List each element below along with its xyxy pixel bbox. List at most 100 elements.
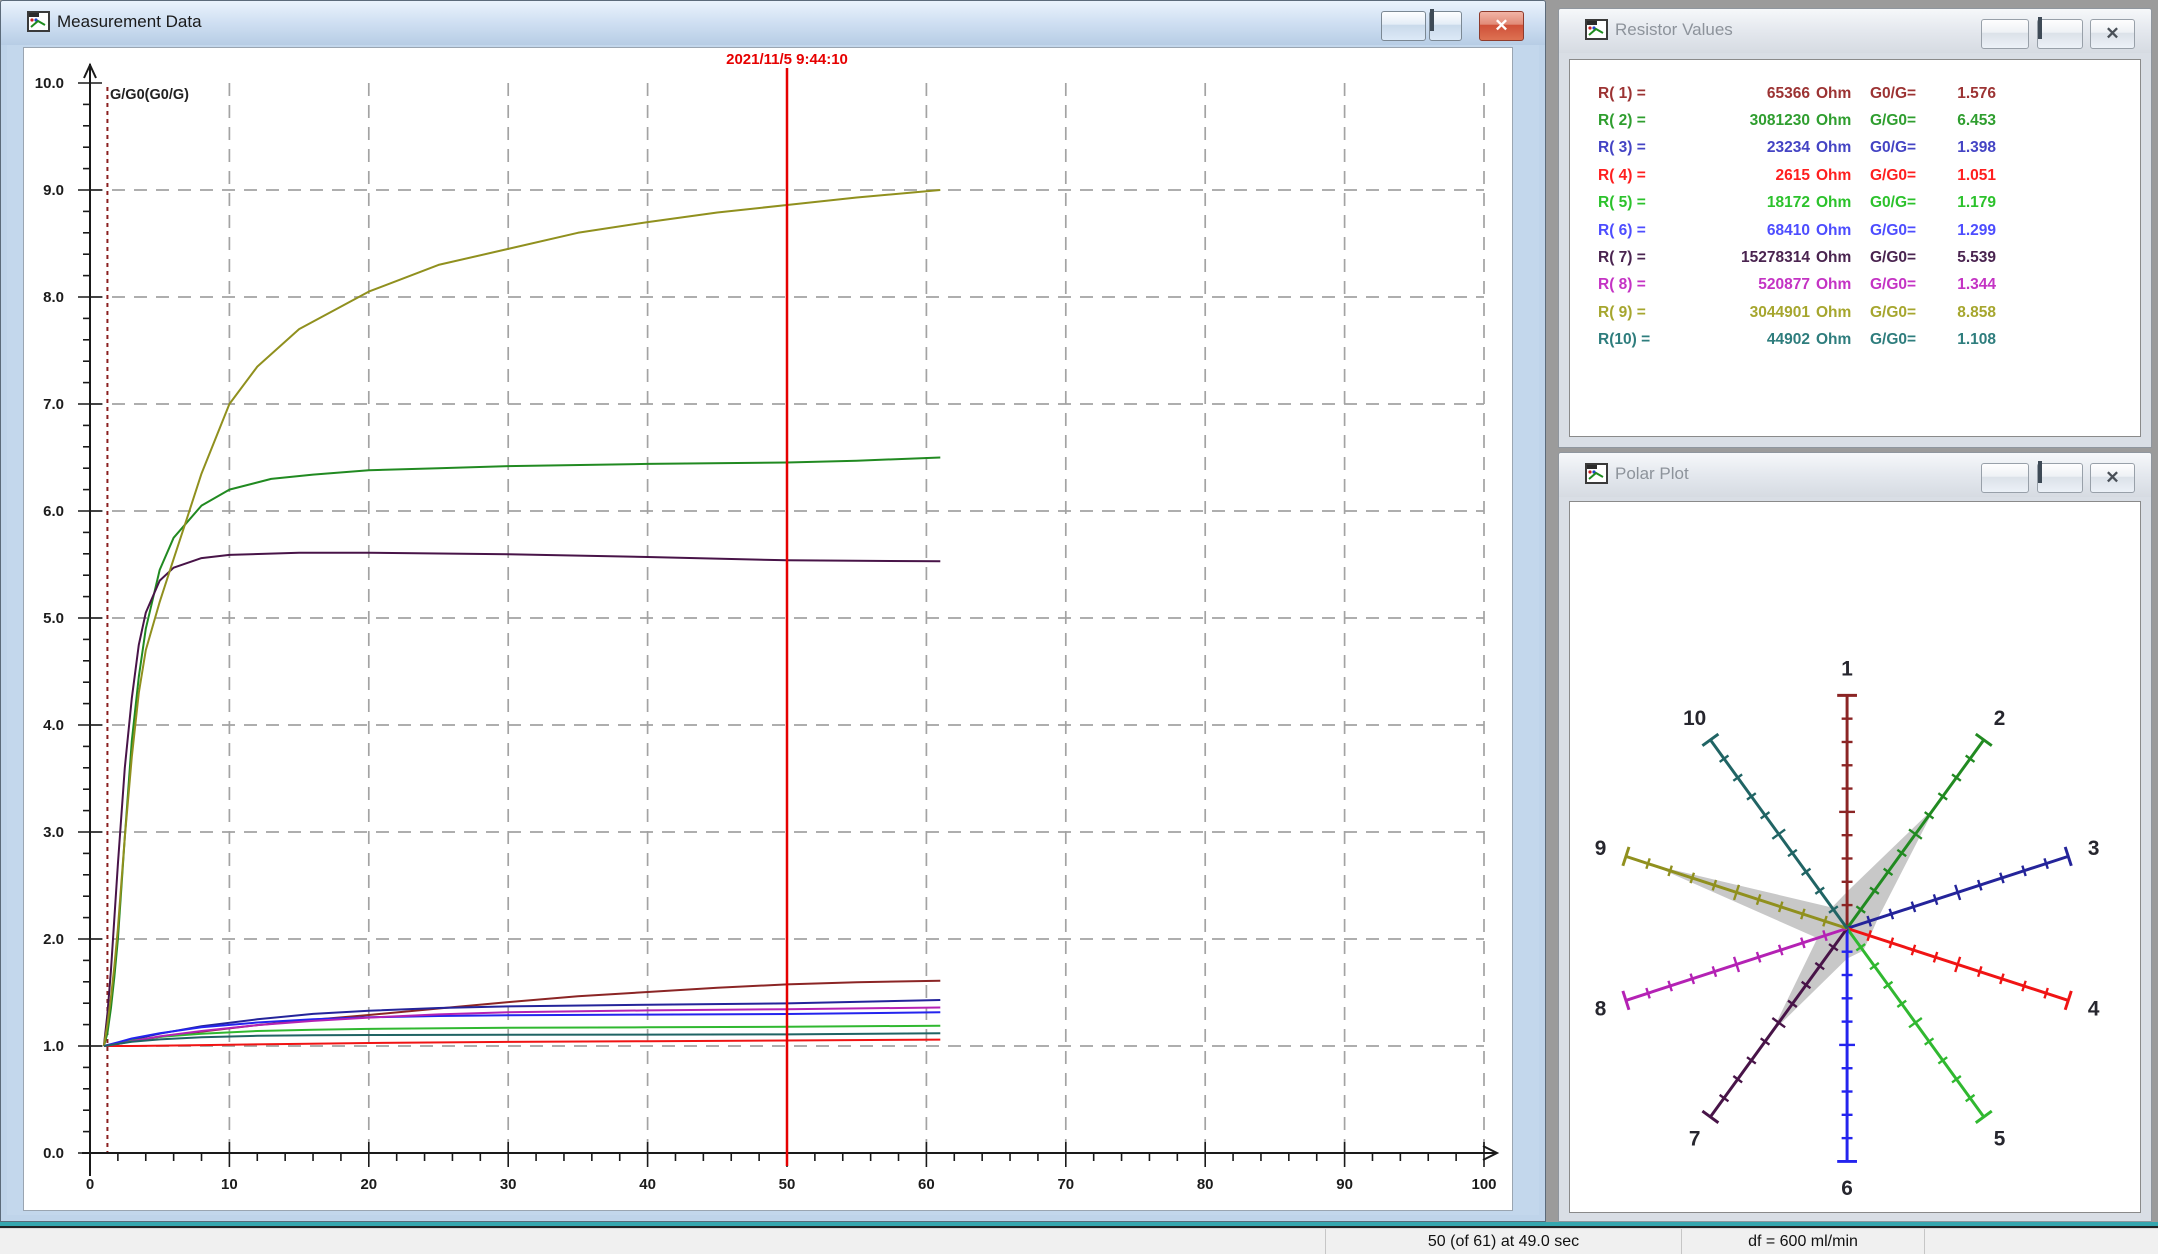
resistor-ohm-value: 15278314: [1682, 249, 1810, 267]
maximize-button[interactable]: [2037, 463, 2083, 493]
resistor-label: R( 3) =: [1598, 139, 1682, 157]
minimize-button[interactable]: [1981, 463, 2029, 493]
titlebar-measurement-data[interactable]: Measurement Data ✕: [1, 1, 1545, 45]
resistor-label: R( 7) =: [1598, 249, 1682, 267]
ratio-label: G0/G=: [1870, 139, 1936, 157]
ratio-value: 1.576: [1936, 85, 1996, 103]
minimize-button[interactable]: [1981, 19, 2029, 49]
close-icon: ✕: [1480, 12, 1523, 40]
maximize-icon: [2038, 461, 2042, 483]
svg-text:60: 60: [918, 1176, 935, 1193]
resistor-ohm-value: 68410: [1682, 222, 1810, 240]
resistor-rows: R( 1) =65366OhmG0/G=1.576R( 2) =3081230O…: [1570, 60, 2140, 354]
resistor-label: R( 5) =: [1598, 194, 1682, 212]
window-resistor-values: Resistor Values ✕ R( 1) =65366OhmG0/G=1.…: [1558, 8, 2152, 448]
resistor-row: R( 7) =15278314OhmG/G0=5.539: [1598, 244, 2140, 271]
app-icon[interactable]: [1585, 463, 1609, 485]
svg-text:8.0: 8.0: [43, 289, 64, 306]
radar-axis-label: 8: [1595, 998, 1607, 1021]
ratio-label: G/G0=: [1870, 304, 1936, 322]
svg-text:90: 90: [1336, 1176, 1353, 1193]
svg-text:2.0: 2.0: [43, 931, 64, 948]
resistor-row: R( 9) =3044901OhmG/G0=8.858: [1598, 299, 2140, 326]
app-workspace: Measurement Data ✕ 010203040506070809010…: [0, 0, 2158, 1254]
svg-text:6.0: 6.0: [43, 503, 64, 520]
status-cell: df = 600 ml/min: [1681, 1229, 1924, 1254]
status-cell: 50 (of 61) at 49.0 sec: [1325, 1229, 1681, 1254]
radar-axis-label: 4: [2088, 998, 2100, 1021]
svg-text:3.0: 3.0: [43, 824, 64, 841]
resistor-ohm-value: 3081230: [1682, 112, 1810, 130]
titlebar-polar-plot[interactable]: Polar Plot ✕: [1559, 453, 2151, 497]
window-title: Measurement Data: [57, 12, 202, 32]
ratio-value: 1.051: [1936, 167, 1996, 185]
resistor-ohm-value: 23234: [1682, 139, 1810, 157]
resistor-unit: Ohm: [1810, 139, 1862, 157]
resistor-unit: Ohm: [1810, 276, 1862, 294]
measurement-client-area: 01020304050607080901000.01.02.03.04.05.0…: [7, 45, 1539, 1215]
resistor-label: R( 8) =: [1598, 276, 1682, 294]
svg-text:7.0: 7.0: [43, 396, 64, 413]
maximize-button[interactable]: [1429, 11, 1462, 41]
radar-axis-label: 3: [2088, 837, 2100, 860]
resistor-row: R( 5) =18172OhmG0/G=1.179: [1598, 190, 2140, 217]
radar-axis-label: 6: [1841, 1177, 1853, 1200]
window-polar-plot: Polar Plot ✕ 12345678910: [1558, 452, 2152, 1222]
svg-text:100: 100: [1471, 1176, 1496, 1193]
radar-axis-5: 5: [1847, 928, 2005, 1150]
resistor-row: R( 3) =23234OhmG0/G=1.398: [1598, 135, 2140, 162]
ratio-value: 1.344: [1936, 276, 1996, 294]
maximize-icon: [2038, 17, 2042, 39]
minimize-button[interactable]: [1381, 11, 1426, 41]
radar-axis-label: 1: [1841, 658, 1853, 681]
radar-axis-6: 6: [1837, 928, 1857, 1200]
titlebar-resistor-values[interactable]: Resistor Values ✕: [1559, 9, 2151, 53]
svg-text:1.0: 1.0: [43, 1038, 64, 1055]
svg-text:20: 20: [360, 1176, 377, 1193]
resistor-label: R(10) =: [1598, 331, 1682, 349]
svg-text:50: 50: [779, 1176, 796, 1193]
svg-text:0.0: 0.0: [43, 1145, 64, 1162]
close-button[interactable]: ✕: [2090, 19, 2135, 49]
svg-text:0: 0: [86, 1176, 94, 1193]
svg-text:4.0: 4.0: [43, 717, 64, 734]
ratio-value: 1.299: [1936, 222, 1996, 240]
close-icon: ✕: [2091, 20, 2134, 48]
resistor-row: R( 8) =520877Ohm G/G0=1.344: [1598, 272, 2140, 299]
resistor-ohm-value: 520877: [1682, 276, 1810, 294]
resistor-ohm-value: 2615: [1682, 167, 1810, 185]
resistor-ohm-value: 3044901: [1682, 304, 1810, 322]
polar-client-area: 12345678910: [1569, 501, 2141, 1213]
line-chart-plot: 01020304050607080901000.01.02.03.04.05.0…: [23, 47, 1513, 1211]
app-icon[interactable]: [27, 11, 51, 33]
app-icon[interactable]: [1585, 19, 1609, 41]
resistor-row: R(10) =44902OhmG/G0=1.108: [1598, 327, 2140, 354]
ratio-label: G/G0=: [1870, 222, 1936, 240]
resistor-label: R( 6) =: [1598, 222, 1682, 240]
ratio-label: G0/G=: [1870, 85, 1936, 103]
y-axis-label: G/G0(G0/G): [110, 87, 189, 103]
maximize-button[interactable]: [2037, 19, 2083, 49]
window-title: Polar Plot: [1615, 464, 1689, 484]
ratio-label: G/G0=: [1870, 276, 1936, 294]
radar-axis-label: 9: [1595, 837, 1607, 860]
radar-polygon: [1651, 807, 1935, 1033]
resistor-row: R( 4) =2615OhmG/G0=1.051: [1598, 162, 2140, 189]
radar-axis-label: 10: [1683, 707, 1706, 730]
resistor-label: R( 9) =: [1598, 304, 1682, 322]
ratio-value: 5.539: [1936, 249, 1996, 267]
resistor-row: R( 1) =65366OhmG0/G=1.576: [1598, 80, 2140, 107]
resistor-unit: Ohm: [1810, 304, 1862, 322]
resistor-ohm-value: 65366: [1682, 85, 1810, 103]
svg-text:80: 80: [1197, 1176, 1214, 1193]
resistor-ohm-value: 44902: [1682, 331, 1810, 349]
close-button[interactable]: ✕: [1479, 11, 1524, 41]
svg-text:10.0: 10.0: [35, 75, 64, 92]
resistor-unit: Ohm: [1810, 112, 1862, 130]
resistor-row: R( 6) =68410OhmG/G0=1.299: [1598, 217, 2140, 244]
svg-text:5.0: 5.0: [43, 610, 64, 627]
resistor-label: R( 1) =: [1598, 85, 1682, 103]
maximize-icon: [1430, 9, 1434, 31]
close-button[interactable]: ✕: [2090, 463, 2135, 493]
ratio-label: G0/G=: [1870, 194, 1936, 212]
